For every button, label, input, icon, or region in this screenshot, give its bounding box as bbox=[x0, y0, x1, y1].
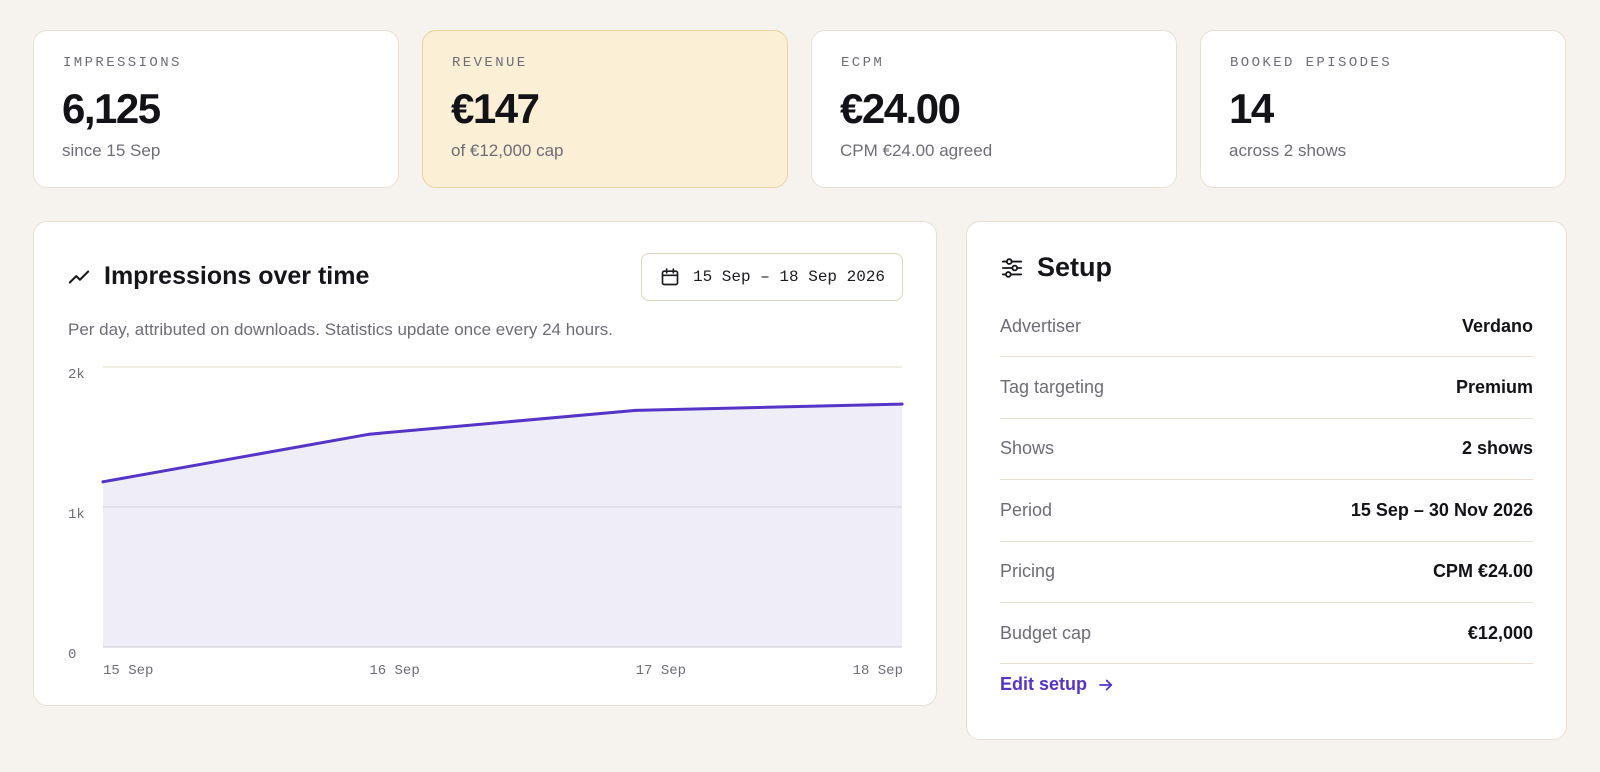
setup-card: Setup Advertiser Verdano Tag targeting P… bbox=[966, 221, 1567, 740]
arrow-right-icon bbox=[1099, 679, 1113, 690]
setup-row-key: Pricing bbox=[1000, 561, 1056, 582]
setup-rows: Advertiser Verdano Tag targeting Premium… bbox=[1000, 296, 1533, 665]
setup-row-value: CPM €24.00 bbox=[1432, 561, 1533, 582]
stat-subtext: of €12,000 cap bbox=[451, 141, 564, 160]
x-tick-label: 18 Sep bbox=[853, 663, 903, 679]
setup-row-key: Tag targeting bbox=[1000, 377, 1105, 398]
setup-row-value: €12,000 bbox=[1467, 622, 1533, 643]
setup-row-value: 15 Sep – 30 Nov 2026 bbox=[1350, 499, 1533, 520]
stat-card-ecpm: ECPM €24.00 CPM €24.00 agreed bbox=[811, 30, 1177, 188]
data-point bbox=[367, 432, 371, 436]
edit-setup-label: Edit setup bbox=[1000, 674, 1088, 694]
setup-row-value: Verdano bbox=[1461, 315, 1533, 336]
stat-card-impressions: IMPRESSIONS 6,125 since 15 Sep bbox=[33, 30, 399, 188]
setup-row-value: Premium bbox=[1455, 377, 1533, 398]
sliders-icon bbox=[1001, 258, 1023, 278]
stat-label: BOOKED EPISODES bbox=[1230, 55, 1393, 71]
stat-value: €147 bbox=[451, 85, 540, 132]
setup-row-period: Period 15 Sep – 30 Nov 2026 bbox=[1000, 480, 1533, 542]
stat-value: 14 bbox=[1229, 85, 1274, 132]
setup-row-value: 2 shows bbox=[1461, 438, 1533, 459]
impressions-area-fill bbox=[103, 404, 902, 647]
data-point bbox=[101, 480, 105, 484]
stat-subtext: across 2 shows bbox=[1229, 141, 1347, 160]
y-tick-label: 0 bbox=[68, 647, 76, 663]
edit-setup-link[interactable]: Edit setup bbox=[1000, 674, 1115, 695]
stat-card-revenue: REVENUE €147 of €12,000 cap bbox=[422, 30, 788, 188]
y-tick-label: 1k bbox=[68, 507, 85, 523]
stat-value: 6,125 bbox=[62, 85, 161, 132]
setup-row-tag-targeting: Tag targeting Premium bbox=[1000, 357, 1533, 419]
data-point bbox=[634, 408, 638, 412]
stat-subtext: CPM €24.00 agreed bbox=[840, 141, 993, 160]
y-tick-label: 2k bbox=[68, 367, 85, 383]
setup-title: Setup bbox=[1037, 252, 1113, 282]
data-point bbox=[900, 402, 904, 406]
setup-row-pricing: Pricing CPM €24.00 bbox=[1000, 542, 1533, 603]
setup-row-advertiser: Advertiser Verdano bbox=[1000, 296, 1533, 358]
stat-label: ECPM bbox=[841, 55, 885, 71]
x-tick-label: 16 Sep bbox=[369, 663, 419, 679]
impressions-area-chart: 0 1k 2k 15 Sep 16 Sep 17 Sep 18 Sep bbox=[68, 366, 904, 679]
setup-row-key: Period bbox=[1000, 499, 1053, 520]
setup-row-key: Shows bbox=[1000, 438, 1055, 459]
x-tick-label: 15 Sep bbox=[103, 663, 153, 679]
setup-row-key: Budget cap bbox=[1000, 622, 1092, 643]
stat-subtext: since 15 Sep bbox=[62, 141, 161, 160]
setup-row-budget-cap: Budget cap €12,000 bbox=[1000, 603, 1533, 665]
setup-row-shows: Shows 2 shows bbox=[1000, 419, 1533, 481]
stat-label: REVENUE bbox=[452, 55, 528, 71]
setup-row-key: Advertiser bbox=[1000, 315, 1082, 336]
impressions-chart-card: Impressions over time 15 Sep – 18 Sep 20… bbox=[33, 221, 937, 706]
stat-value: €24.00 bbox=[840, 85, 961, 132]
stat-card-booked-episodes: BOOKED EPISODES 14 across 2 shows bbox=[1200, 30, 1566, 188]
stat-label: IMPRESSIONS bbox=[63, 55, 182, 71]
x-tick-label: 17 Sep bbox=[636, 663, 686, 679]
